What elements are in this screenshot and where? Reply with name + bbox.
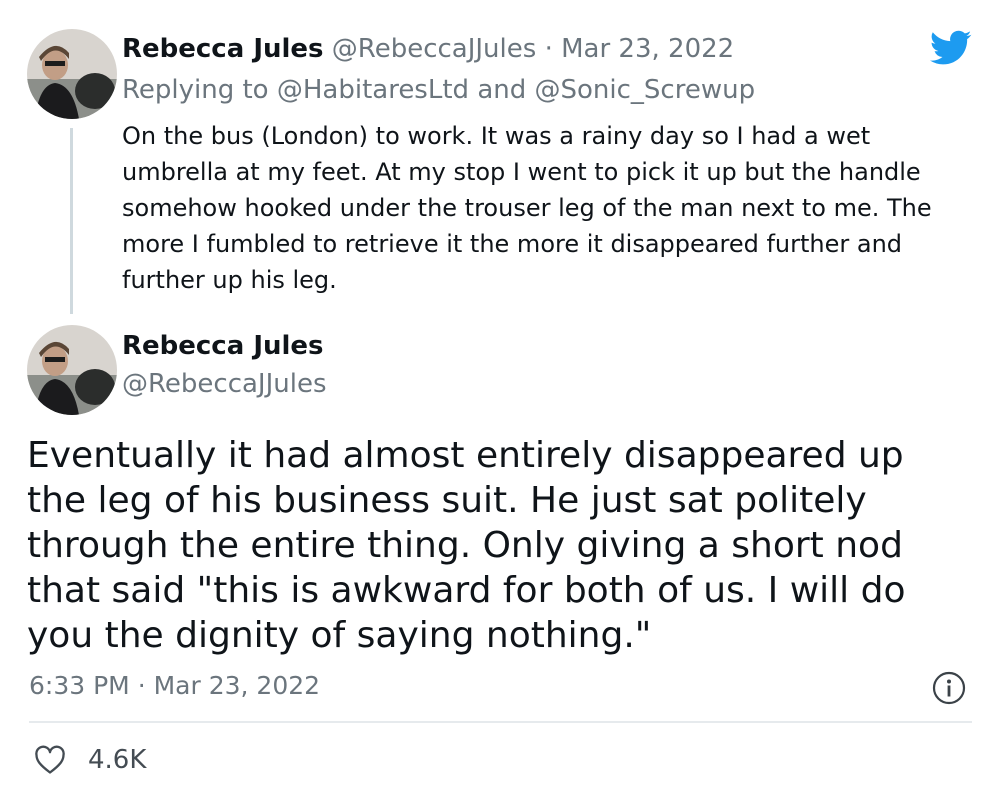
replying-user-link[interactable]: @HabitaresLtd xyxy=(277,75,469,105)
reply-display-name[interactable]: Rebecca Jules xyxy=(122,34,324,64)
main-handle[interactable]: @RebeccaJJules xyxy=(122,368,327,400)
tweet-time: 6:33 PM xyxy=(29,671,130,700)
reply-tweet-text: On the bus (London) to work. It was a ra… xyxy=(122,122,932,294)
avatar[interactable] xyxy=(27,325,117,415)
reply-tweet-header: Rebecca Jules @RebeccaJJules · Mar 23, 2… xyxy=(122,34,734,64)
avatar-photo xyxy=(27,325,117,415)
tweet-date: Mar 23, 2022 xyxy=(153,671,321,700)
like-count[interactable]: 4.6K xyxy=(88,744,146,776)
reply-separator: · xyxy=(544,34,553,64)
main-display-name[interactable]: Rebecca Jules xyxy=(122,330,324,362)
reply-handle[interactable]: @RebeccaJJules xyxy=(332,34,537,64)
replying-user-link[interactable]: @Sonic_Screwup xyxy=(535,75,756,105)
thread-connector-line xyxy=(70,128,73,314)
replying-to-line: Replying to @HabitaresLtd and @Sonic_Scr… xyxy=(122,75,755,105)
main-tweet-text: Eventually it had almost entirely disapp… xyxy=(27,435,906,656)
divider xyxy=(29,721,972,723)
twitter-bird-icon[interactable] xyxy=(930,30,972,66)
tweet-timestamp[interactable]: 6:33 PM · Mar 23, 2022 xyxy=(29,670,320,702)
meta-separator: · xyxy=(137,671,146,700)
info-icon[interactable] xyxy=(932,671,966,705)
avatar-photo xyxy=(27,29,117,119)
replying-conjunction: and xyxy=(477,75,527,105)
heart-icon[interactable] xyxy=(34,745,66,775)
reply-date[interactable]: Mar 23, 2022 xyxy=(561,34,734,64)
avatar[interactable] xyxy=(27,29,117,119)
replying-prefix: Replying to xyxy=(122,75,269,105)
